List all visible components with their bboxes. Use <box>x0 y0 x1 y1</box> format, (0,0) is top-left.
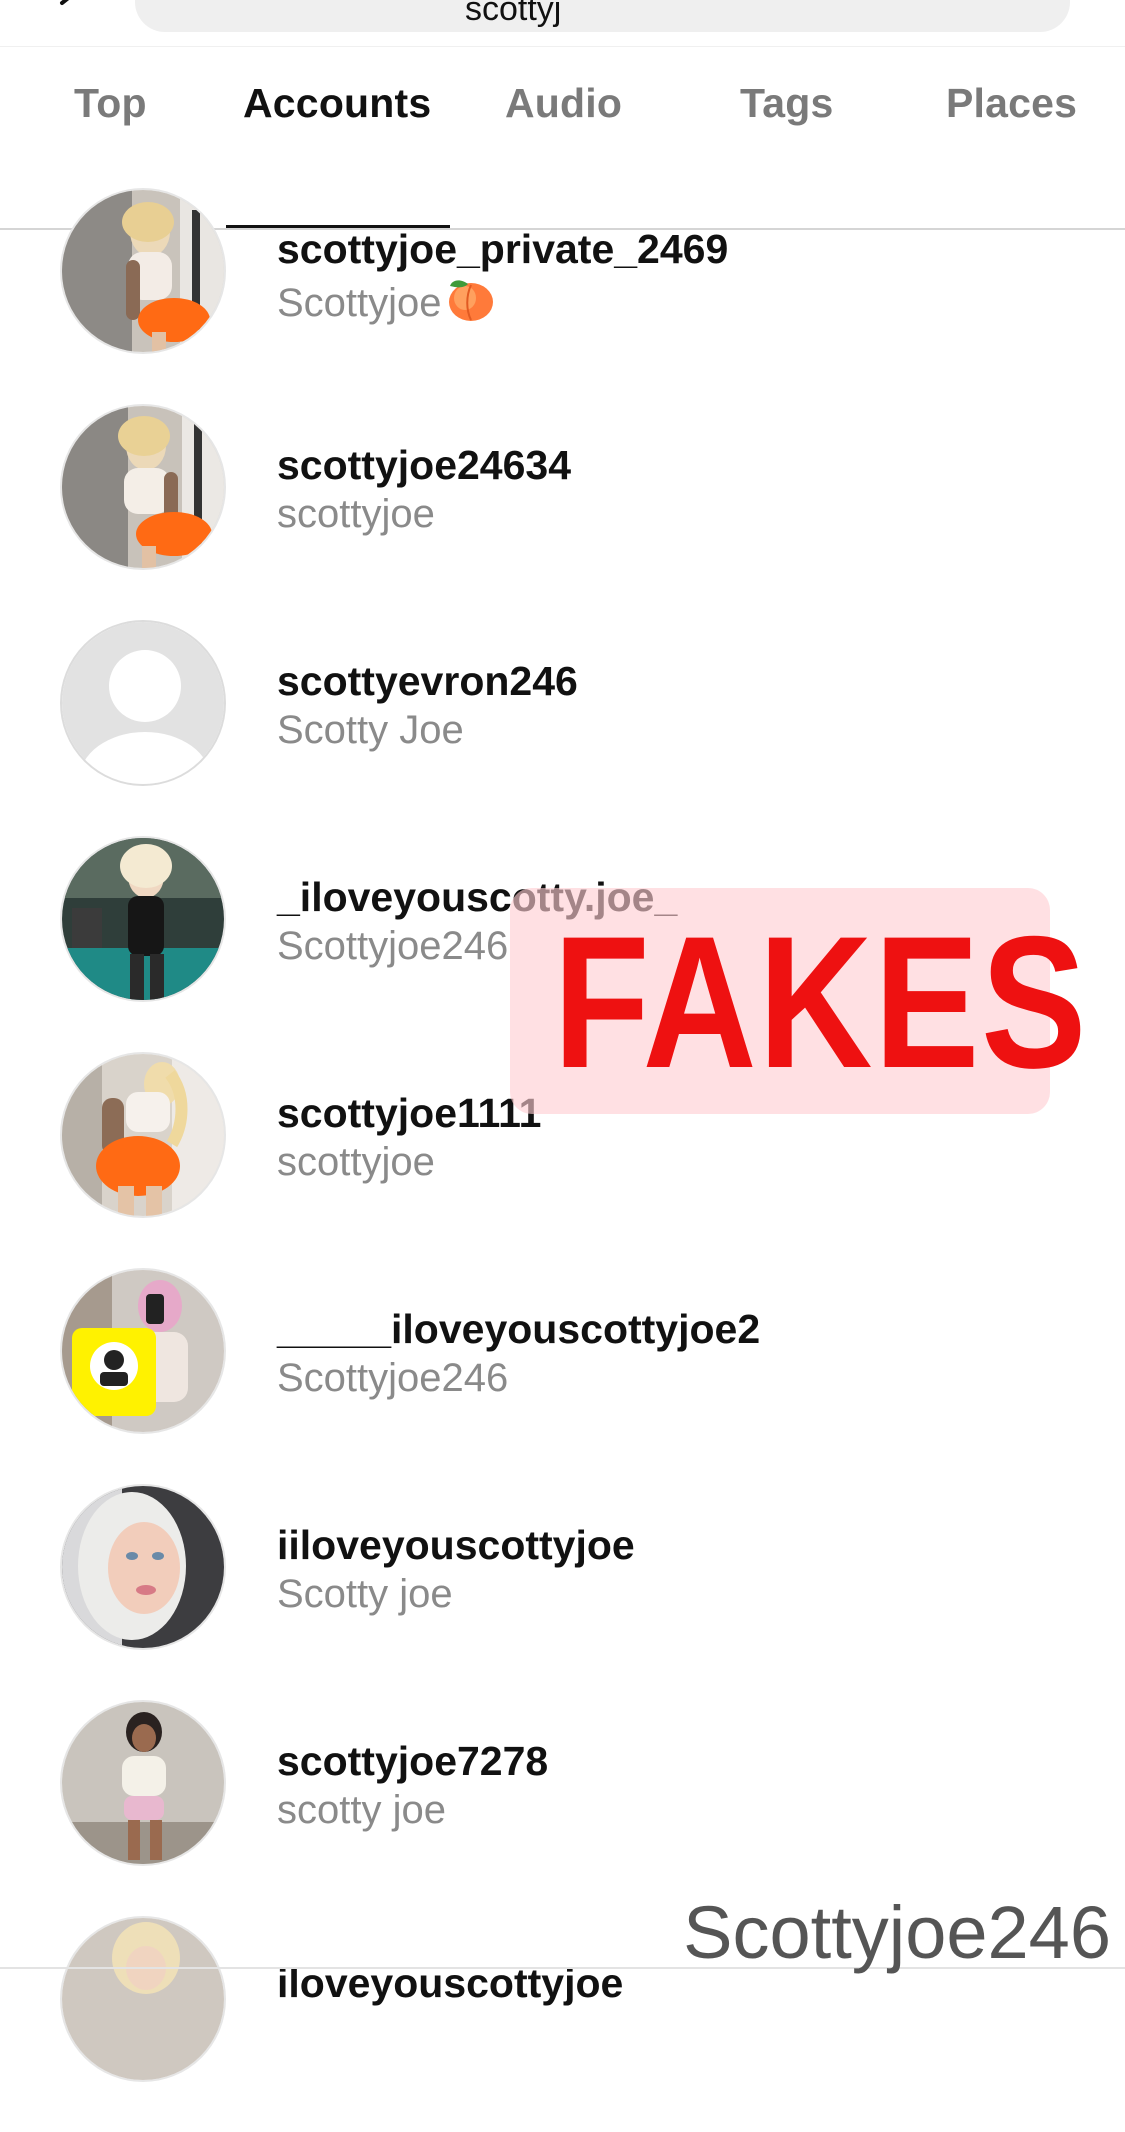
fakes-stamp: FAKES <box>510 888 1089 1114</box>
account-name: Scotty Joe <box>277 708 464 752</box>
avatar[interactable] <box>60 1052 226 1218</box>
account-username: scottyjoe1111 <box>277 1090 542 1136</box>
avatar[interactable] <box>60 1700 226 1866</box>
account-username: scottyjoe24634 <box>277 442 572 488</box>
account-username: _____iloveyouscottyjoe2 <box>277 1306 761 1352</box>
back-arrow-icon[interactable] <box>56 0 82 16</box>
account-name: Scottyjoe <box>277 276 496 326</box>
list-item[interactable]: scottyjoe24634 scottyjoe <box>0 404 1125 620</box>
account-name: Scotty joe <box>277 1572 453 1616</box>
avatar[interactable] <box>60 836 226 1002</box>
avatar[interactable] <box>60 1268 226 1434</box>
tab-tags[interactable]: Tags <box>740 80 833 127</box>
default-person-icon <box>62 622 224 784</box>
avatar[interactable] <box>60 1916 226 2082</box>
watermark-text: Scottyjoe246 <box>683 1891 1111 1974</box>
fakes-stamp-text: FAKES <box>553 897 1089 1107</box>
account-username: iiloveyouscottyjoe <box>277 1522 635 1568</box>
account-username: scottyjoe_private_2469 <box>277 226 729 272</box>
avatar[interactable] <box>60 404 226 570</box>
divider <box>0 46 1125 47</box>
tab-top[interactable]: Top <box>74 80 147 127</box>
peach-emoji-icon <box>448 280 493 321</box>
top-bar: scottyj <box>0 0 1125 47</box>
list-item[interactable]: iiloveyouscottyjoe Scotty joe <box>0 1484 1125 1700</box>
account-username: scottyevron246 <box>277 658 578 704</box>
search-input[interactable]: scottyj <box>135 0 1070 32</box>
account-name: Scottyjoe246 <box>277 1356 509 1400</box>
account-name: scottyjoe <box>277 1140 435 1184</box>
list-item[interactable]: scottyjoe_private_2469 Scottyjoe <box>0 188 1125 404</box>
account-name: Scottyjoe246 <box>277 924 509 968</box>
default-avatar[interactable] <box>60 620 226 786</box>
tab-places[interactable]: Places <box>946 80 1077 127</box>
account-name: scottyjoe <box>277 492 435 536</box>
list-item[interactable]: _____iloveyouscottyjoe2 Scottyjoe246 <box>0 1268 1125 1484</box>
list-item[interactable]: scottyjoe7278 scotty joe <box>0 1700 1125 1916</box>
avatar[interactable] <box>60 188 226 354</box>
list-item[interactable]: scottyevron246 Scotty Joe <box>0 620 1125 836</box>
tab-audio[interactable]: Audio <box>505 80 622 127</box>
tab-accounts[interactable]: Accounts <box>243 80 431 127</box>
account-name: scotty joe <box>277 1788 446 1832</box>
avatar[interactable] <box>60 1484 226 1650</box>
search-query: scottyj <box>465 0 562 28</box>
search-tabs: Top Accounts Audio Tags Places <box>0 60 1125 230</box>
account-username: scottyjoe7278 <box>277 1738 549 1784</box>
